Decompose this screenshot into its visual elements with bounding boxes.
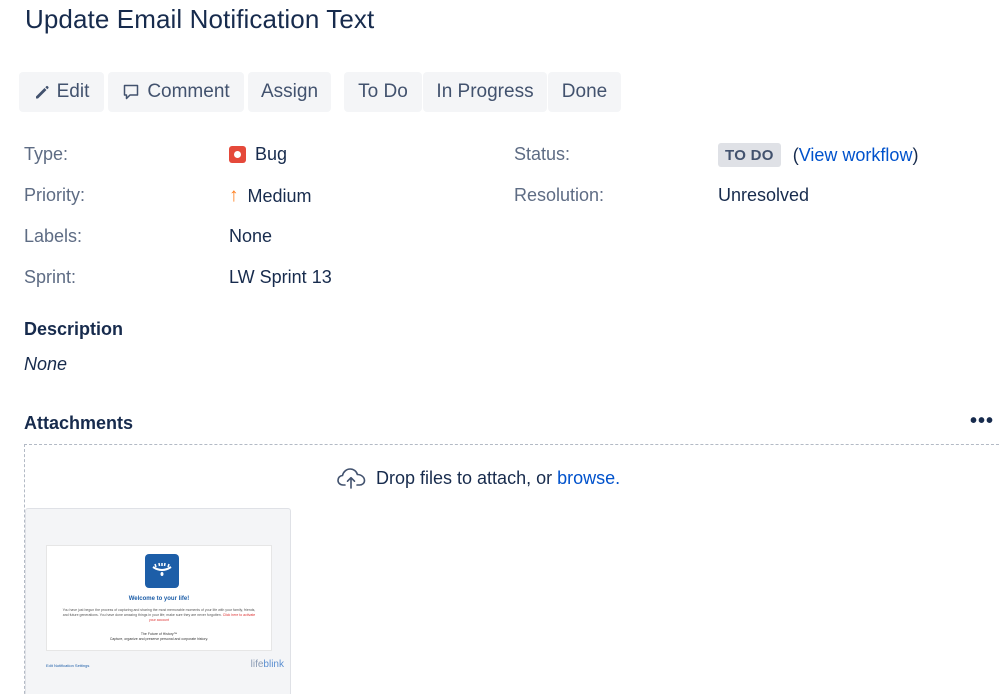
- view-workflow-close-paren: ): [912, 144, 919, 165]
- in-progress-transition-button[interactable]: In Progress: [423, 72, 547, 112]
- email-footer: The Future of History™ Capture, organize…: [47, 632, 271, 642]
- email-settings-link: Edit Notification Settings: [46, 663, 90, 668]
- in-progress-label: In Progress: [436, 81, 534, 102]
- edit-button[interactable]: Edit: [19, 72, 104, 112]
- lifeblink-logo-icon: [145, 554, 179, 588]
- email-heading: Welcome to your life!: [128, 596, 190, 602]
- email-footer-sub: Capture, organize and preserve personal …: [109, 637, 209, 641]
- sprint-value: LW Sprint 13: [229, 267, 332, 287]
- comment-icon: [122, 83, 140, 101]
- comment-button[interactable]: Comment: [108, 72, 244, 112]
- pencil-icon: [34, 84, 50, 100]
- lifeblink-wordmark: lifeblink: [251, 659, 284, 670]
- brand-part-a: life: [250, 659, 264, 670]
- drop-files-prompt: Drop files to attach, or browse.: [336, 466, 620, 490]
- cloud-upload-icon: [336, 466, 367, 490]
- status-badge[interactable]: TO DO: [718, 143, 781, 167]
- description-value[interactable]: None: [24, 354, 67, 375]
- status-value: TO DO ( View workflow ): [718, 143, 918, 167]
- issue-title: Update Email Notification Text: [25, 4, 375, 34]
- more-options-icon[interactable]: •••: [970, 410, 994, 433]
- edit-label: Edit: [56, 81, 90, 102]
- done-transition-button[interactable]: Done: [548, 72, 621, 112]
- attachment-thumbnail[interactable]: Welcome to your life! You have just begu…: [25, 508, 291, 694]
- description-heading: Description: [24, 319, 124, 339]
- arrow-up-icon: ↑: [229, 185, 239, 206]
- type-value: Bug: [229, 144, 287, 165]
- issue-toolbar: Edit Comment Assign To Do In Progress Do…: [19, 72, 625, 112]
- email-body: You have just begun the process of captu…: [61, 608, 257, 623]
- sprint-label: Sprint:: [24, 267, 77, 287]
- todo-label: To Do: [358, 81, 408, 102]
- labels-label: Labels:: [24, 226, 83, 246]
- status-label: Status:: [514, 144, 571, 164]
- todo-transition-button[interactable]: To Do: [344, 72, 422, 112]
- comment-label: Comment: [147, 81, 230, 102]
- email-preview: Welcome to your life! You have just begu…: [46, 545, 272, 651]
- drop-files-text: Drop files to attach, or: [376, 467, 558, 488]
- assign-button[interactable]: Assign: [248, 72, 331, 112]
- attachments-heading: Attachments: [24, 413, 134, 433]
- resolution-label: Resolution:: [514, 185, 605, 205]
- priority-label: Priority:: [24, 185, 86, 205]
- bug-icon: [229, 146, 246, 163]
- priority-value-text: Medium: [247, 185, 312, 206]
- priority-value: ↑ Medium: [229, 185, 312, 207]
- done-label: Done: [561, 81, 608, 102]
- resolution-value: Unresolved: [718, 185, 810, 205]
- browse-link[interactable]: browse.: [557, 468, 620, 489]
- brand-part-b: blink: [263, 659, 284, 670]
- type-label: Type:: [24, 144, 69, 164]
- type-value-text: Bug: [255, 144, 288, 164]
- assign-label: Assign: [260, 81, 319, 102]
- labels-value: None: [229, 226, 273, 246]
- view-workflow-link[interactable]: View workflow: [799, 145, 913, 166]
